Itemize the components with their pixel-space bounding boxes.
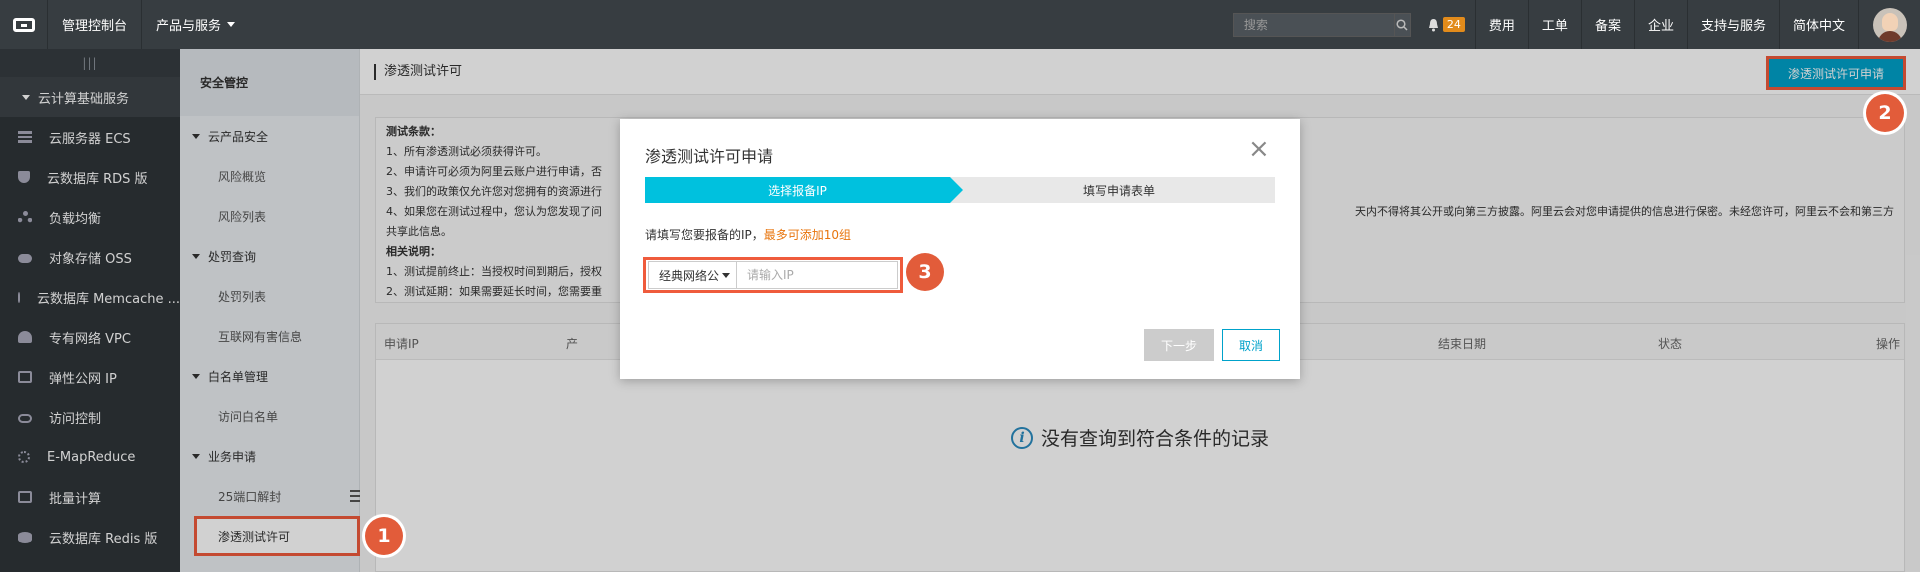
avatar — [1872, 7, 1907, 42]
support-link[interactable]: 支持与服务 — [1686, 0, 1779, 49]
search-box — [1232, 12, 1411, 37]
notification-badge: 24 — [1442, 17, 1465, 32]
step-indicator: 选择报备IP 填写申请表单 — [645, 177, 1275, 203]
close-icon[interactable]: × — [1248, 136, 1270, 162]
notifications[interactable]: 24 — [1427, 17, 1465, 32]
network-type-select[interactable]: 经典网络公 — [648, 261, 737, 289]
next-step-button[interactable]: 下一步 — [1144, 329, 1214, 361]
hint-limit: 最多可添加10组 — [763, 228, 852, 242]
ip-hint: 请填写您要报备的IP，最多可添加10组 — [645, 226, 851, 243]
billing-link[interactable]: 费用 — [1474, 0, 1528, 49]
network-type-value: 经典网络公 — [659, 268, 720, 283]
chevron-down-icon — [722, 273, 730, 278]
aliyun-logo[interactable] — [0, 0, 48, 49]
modal-title: 渗透测试许可申请 — [645, 147, 774, 166]
top-navbar: 管理控制台 产品与服务 24 费用 工单 备案 企业 支持与服务 简体中文 — [0, 0, 1920, 49]
ip-input[interactable] — [737, 261, 898, 289]
products-menu[interactable]: 产品与服务 — [142, 0, 249, 49]
callout-marker-2: 2 — [1866, 94, 1904, 132]
enterprise-link[interactable]: 企业 — [1633, 0, 1687, 49]
callout-marker-3: 3 — [906, 253, 944, 291]
search-input[interactable] — [1233, 13, 1394, 36]
step-select-ip: 选择报备IP — [645, 177, 963, 203]
step-fill-form: 填写申请表单 — [1082, 183, 1155, 198]
logo-icon — [12, 17, 35, 32]
console-link[interactable]: 管理控制台 — [48, 0, 143, 49]
cancel-button[interactable]: 取消 — [1222, 329, 1280, 361]
hint-text: 请填写您要报备的IP， — [645, 228, 764, 242]
callout-marker-1: 1 — [365, 517, 403, 555]
user-avatar[interactable] — [1858, 0, 1920, 49]
icp-link[interactable]: 备案 — [1580, 0, 1634, 49]
bell-icon — [1428, 18, 1438, 31]
products-label: 产品与服务 — [156, 19, 222, 34]
language-link[interactable]: 简体中文 — [1778, 0, 1858, 49]
ticket-link[interactable]: 工单 — [1527, 0, 1581, 49]
search-icon[interactable] — [1393, 13, 1410, 36]
ip-entry-group: 经典网络公 — [643, 257, 903, 293]
chevron-down-icon — [227, 22, 236, 27]
pentest-apply-modal: 渗透测试许可申请 × 选择报备IP 填写申请表单 请填写您要报备的IP，最多可添… — [620, 119, 1300, 379]
